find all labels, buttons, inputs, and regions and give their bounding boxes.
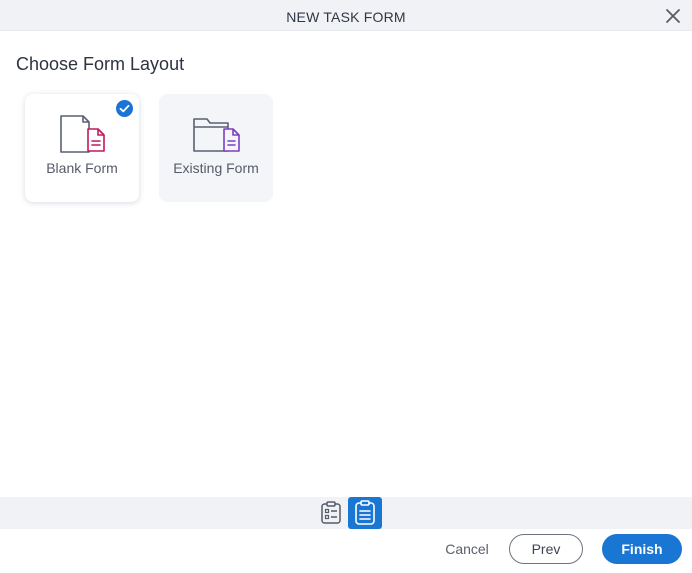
step-indicator-bar [0, 497, 692, 529]
section-title: Choose Form Layout [16, 54, 185, 74]
clipboard-icon [355, 500, 375, 525]
step-clipboard-active[interactable] [348, 497, 382, 529]
existing-form-label: Existing Form [173, 160, 259, 176]
blank-form-icon [55, 114, 109, 156]
prev-button[interactable]: Prev [509, 534, 583, 564]
existing-form-icon [189, 114, 243, 156]
cancel-button[interactable]: Cancel [436, 534, 498, 564]
blank-form-option[interactable]: Blank Form [25, 94, 139, 202]
dialog-title: NEW TASK FORM [286, 9, 406, 25]
existing-form-option[interactable]: Existing Form [159, 94, 273, 202]
close-icon[interactable] [664, 7, 682, 25]
selected-check-icon [116, 100, 133, 117]
checklist-icon [321, 501, 341, 524]
finish-button[interactable]: Finish [602, 534, 682, 564]
dialog-titlebar: NEW TASK FORM [0, 0, 692, 31]
blank-form-label: Blank Form [46, 160, 118, 176]
step-checklist[interactable] [314, 497, 348, 529]
new-task-form-dialog: NEW TASK FORM Choose Form Layout Blank F… [0, 0, 692, 573]
